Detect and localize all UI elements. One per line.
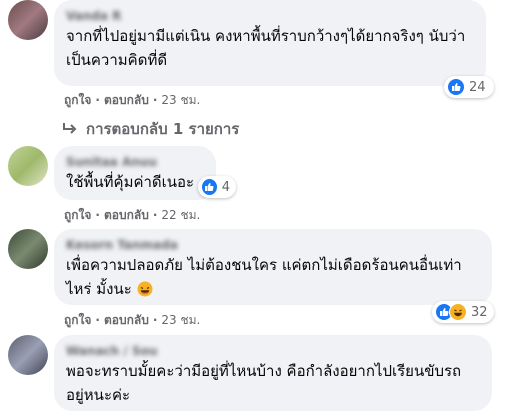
comment-text: จากที่ไปอยู่มามีแต่เนิน คงหาพื้นที่ราบกว… <box>66 27 466 69</box>
replies-label: การตอบกลับ 1 รายการ <box>86 120 240 138</box>
comment-text: เพื่อความปลอดภัย ไม่ต้องชนใคร แค่ตกไม่เด… <box>66 253 480 301</box>
comment-4: Wanach / Sou พอจะทราบมั้ยคะว่ามีอยู่ที่ไ… <box>8 335 520 411</box>
comment-time[interactable]: 23 ชม. <box>161 93 200 107</box>
separator: · <box>152 313 158 327</box>
comment-author[interactable]: Kesorn Tanmada <box>66 237 480 253</box>
comment-1: Vanda R จากที่ไปอยู่มามีแต่เนิน คงหาพื้น… <box>8 0 520 115</box>
reaction-summary[interactable]: 4 <box>198 176 236 198</box>
comment-actions: ถูกใจ · ตอบกลับ · 23 ชม. <box>64 92 200 108</box>
comment-3: Kesorn Tanmada เพื่อความปลอดภัย ไม่ต้องช… <box>8 229 520 335</box>
reply-arrow-icon <box>62 122 78 136</box>
comment-text: ใช้พื้นที่คุ้มค่าดีเนอะ <box>66 173 195 191</box>
reaction-summary[interactable]: 32 <box>432 301 494 323</box>
comment-bubble: Vanda R จากที่ไปอยู่มามีแต่เนิน คงหาพื้น… <box>54 0 486 86</box>
comment-2: Sunitaa Anuu ใช้พื้นที่คุ้มค่าดีเนอะ 4 ถ… <box>8 146 520 226</box>
avatar[interactable] <box>8 229 48 269</box>
like-button[interactable]: ถูกใจ <box>64 313 91 327</box>
comment-author[interactable]: Vanda R <box>66 8 474 24</box>
like-button[interactable]: ถูกใจ <box>64 208 91 222</box>
avatar[interactable] <box>8 146 48 186</box>
reaction-summary[interactable]: 24 <box>444 76 494 98</box>
avatar[interactable] <box>8 335 48 375</box>
view-replies-link[interactable]: การตอบกลับ 1 รายการ <box>62 117 239 141</box>
separator: · <box>152 208 158 222</box>
separator: · <box>95 313 100 327</box>
reply-button[interactable]: ตอบกลับ <box>104 313 149 327</box>
reaction-count: 32 <box>471 304 488 320</box>
haha-icon <box>449 303 467 321</box>
comment-bubble: Kesorn Tanmada เพื่อความปลอดภัย ไม่ต้องช… <box>54 229 492 305</box>
reaction-count: 4 <box>221 179 230 195</box>
comment-text-content: เพื่อความปลอดภัย ไม่ต้องชนใคร แค่ตกไม่เด… <box>66 256 462 298</box>
comment-text: พอจะทราบมั้ยคะว่ามีอยู่ที่ไหนบ้าง คือกำล… <box>66 362 462 404</box>
reply-button[interactable]: ตอบกลับ <box>104 208 149 222</box>
comment-author[interactable]: Sunitaa Anuu <box>66 154 204 170</box>
like-icon <box>447 78 465 96</box>
separator: · <box>95 93 100 107</box>
avatar[interactable] <box>8 0 48 40</box>
separator: · <box>152 93 158 107</box>
reply-button[interactable]: ตอบกลับ <box>104 93 149 107</box>
like-button[interactable]: ถูกใจ <box>64 93 91 107</box>
comment-actions: ถูกใจ · ตอบกลับ · 23 ชม. <box>64 312 200 328</box>
separator: · <box>95 208 100 222</box>
like-icon <box>201 178 218 196</box>
comment-time[interactable]: 23 ชม. <box>161 313 200 327</box>
comment-time[interactable]: 22 ชม. <box>161 208 200 222</box>
comment-author[interactable]: Wanach / Sou <box>66 343 480 359</box>
laughing-emoji-icon <box>137 280 153 297</box>
comment-bubble: Wanach / Sou พอจะทราบมั้ยคะว่ามีอยู่ที่ไ… <box>54 335 492 411</box>
comment-bubble: Sunitaa Anuu ใช้พื้นที่คุ้มค่าดีเนอะ <box>54 146 216 200</box>
comment-actions: ถูกใจ · ตอบกลับ · 22 ชม. <box>64 207 200 223</box>
reaction-count: 24 <box>469 79 486 95</box>
